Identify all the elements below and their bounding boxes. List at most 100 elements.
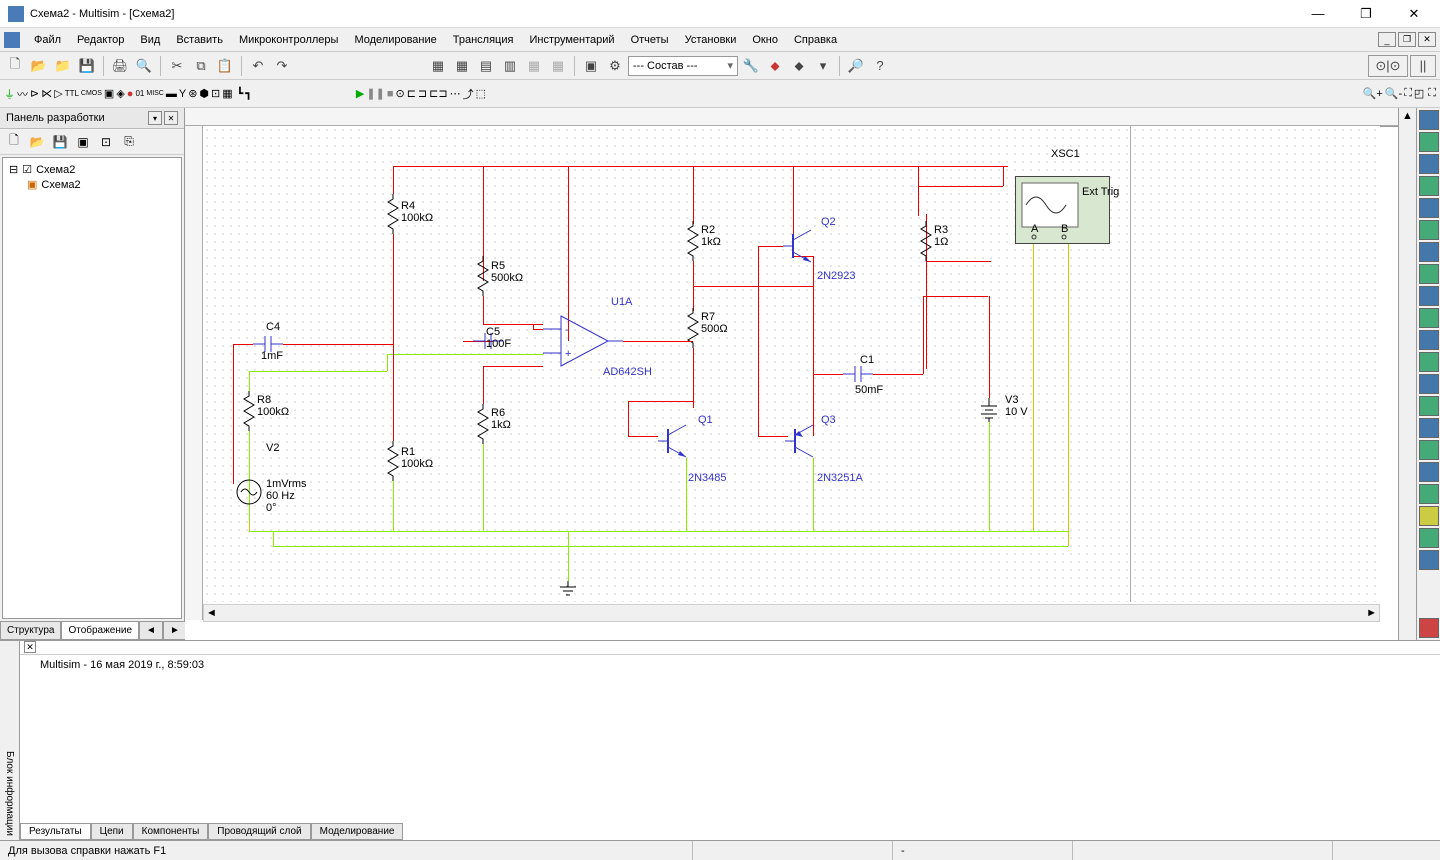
panel-close-icon[interactable]: ✕ <box>164 111 178 125</box>
mdi-restore[interactable]: ❐ <box>1398 32 1416 47</box>
ind-icon[interactable]: ● <box>127 88 134 100</box>
save-icon[interactable]: 💾 <box>76 55 98 77</box>
instrument-9[interactable] <box>1419 286 1439 306</box>
lp-open-icon[interactable]: 📂 <box>27 132 47 152</box>
vertical-scrollbar[interactable]: ▲ <box>1398 108 1416 640</box>
tool-f-icon[interactable]: ▾ <box>812 55 834 77</box>
ni-icon[interactable]: ⬢ <box>199 87 209 100</box>
menu-help[interactable]: Справка <box>786 31 845 49</box>
menu-reports[interactable]: Отчеты <box>623 31 677 49</box>
copy-icon[interactable]: ⧉ <box>190 55 212 77</box>
tab-simulation[interactable]: Моделирование <box>311 823 404 840</box>
step6-icon[interactable]: ⤴ <box>463 86 474 102</box>
tab-scroll-right[interactable]: ► <box>163 622 187 640</box>
instrument-18[interactable] <box>1419 484 1439 504</box>
menu-insert[interactable]: Вставить <box>168 31 231 49</box>
step5-icon[interactable]: ⋯ <box>450 87 461 100</box>
step3-icon[interactable]: ⊐ <box>418 87 427 100</box>
trans-icon[interactable]: ⋉ <box>41 87 52 100</box>
tab-copper[interactable]: Проводящий слой <box>208 823 310 840</box>
tool-e-icon[interactable]: ⬥ <box>788 55 810 77</box>
oscilloscope-xsc1[interactable]: Ext TrigAB <box>1015 176 1110 244</box>
instrument-12[interactable] <box>1419 352 1439 372</box>
instrument-17[interactable] <box>1419 462 1439 482</box>
horizontal-scrollbar[interactable] <box>203 604 1380 622</box>
pause-icon[interactable]: ❚❚ <box>366 87 384 100</box>
zoomout-icon[interactable]: 🔍- <box>1385 87 1402 100</box>
menu-file[interactable]: Файл <box>26 31 69 49</box>
menu-transfer[interactable]: Трансляция <box>445 31 522 49</box>
step4-icon[interactable]: ⊏⊐ <box>429 87 447 100</box>
help-icon[interactable]: ? <box>869 55 891 77</box>
lp-tool3-icon[interactable]: ⎘ <box>119 132 139 152</box>
cmos-icon[interactable]: CMOS <box>81 90 102 97</box>
menu-tools[interactable]: Инструментарий <box>521 31 622 49</box>
lp-tool2-icon[interactable]: ⊡ <box>96 132 116 152</box>
open-icon[interactable]: 📂 <box>28 55 50 77</box>
fullscr-icon[interactable]: ⛶ <box>1428 87 1436 100</box>
search-icon[interactable]: 🔎 <box>845 55 867 77</box>
menu-view[interactable]: Вид <box>132 31 168 49</box>
hier-icon[interactable]: ┗ <box>237 87 244 100</box>
probe-icon[interactable] <box>1419 618 1439 638</box>
rf-icon[interactable]: Y <box>179 88 186 100</box>
instrument-3[interactable] <box>1419 154 1439 174</box>
run-icon[interactable]: ▶ <box>356 87 364 100</box>
cut-icon[interactable]: ✂ <box>166 55 188 77</box>
tab-hierarchy[interactable]: Структура <box>0 622 61 640</box>
menu-options[interactable]: Установки <box>677 31 745 49</box>
instrument-1[interactable] <box>1419 110 1439 130</box>
instrument-13[interactable] <box>1419 374 1439 394</box>
tool-a-icon[interactable]: ▣ <box>580 55 602 77</box>
lp-tool1-icon[interactable]: ▣ <box>73 132 93 152</box>
open2-icon[interactable]: 📁 <box>52 55 74 77</box>
tab-scroll-left[interactable]: ◄ <box>139 622 163 640</box>
zoomfit-icon[interactable]: ⛶ <box>1404 87 1412 100</box>
menu-edit[interactable]: Редактор <box>69 31 132 49</box>
misc-dig-icon[interactable]: ▣ <box>104 87 114 100</box>
stop-icon[interactable]: ■ <box>387 88 394 100</box>
paste-icon[interactable]: 📋 <box>214 55 236 77</box>
mcu2-icon[interactable]: ▦ <box>222 87 232 100</box>
bus-icon[interactable]: ┓ <box>245 87 252 100</box>
schematic-canvas[interactable]: R4 100kΩ R5 500kΩ R2 1kΩ R3 1Ω R7 <box>185 108 1398 640</box>
instrument-16[interactable] <box>1419 440 1439 460</box>
step7-icon[interactable]: ⬚ <box>476 87 486 100</box>
tab-nets[interactable]: Цепи <box>91 823 133 840</box>
grid6-icon[interactable]: ▦ <box>547 55 569 77</box>
instrument-6[interactable] <box>1419 220 1439 240</box>
minimize-button[interactable]: — <box>1300 4 1336 24</box>
ttl-icon[interactable]: TTL <box>65 89 79 98</box>
step2-icon[interactable]: ⊏ <box>407 87 416 100</box>
panel-pin-icon[interactable]: ▾ <box>148 111 162 125</box>
tab-visibility[interactable]: Отображение <box>61 622 139 640</box>
results-close-icon[interactable]: ✕ <box>24 641 36 653</box>
switch-icon[interactable]: ⊙|⊙ <box>1368 55 1408 77</box>
grid2-icon[interactable]: ▦ <box>451 55 473 77</box>
switch2-icon[interactable]: || <box>1410 55 1436 77</box>
mdi-close[interactable]: ✕ <box>1418 32 1436 47</box>
instrument-21[interactable] <box>1419 550 1439 570</box>
maximize-button[interactable]: ❐ <box>1348 4 1384 24</box>
grid1-icon[interactable]: ▦ <box>427 55 449 77</box>
instrument-8[interactable] <box>1419 264 1439 284</box>
menu-simulate[interactable]: Моделирование <box>346 31 444 49</box>
mixed-icon[interactable]: ◈ <box>116 87 124 100</box>
lp-save-icon[interactable]: 💾 <box>50 132 70 152</box>
misc-icon[interactable]: MISC <box>146 90 164 97</box>
instrument-10[interactable] <box>1419 308 1439 328</box>
instrument-4[interactable] <box>1419 176 1439 196</box>
combo-composition[interactable]: --- Состав --- <box>628 56 738 76</box>
redo-icon[interactable]: ↷ <box>271 55 293 77</box>
tool-c-icon[interactable]: 🔧 <box>740 55 762 77</box>
basic-icon[interactable]: 〰 <box>17 86 28 102</box>
menu-window[interactable]: Окно <box>744 31 786 49</box>
project-tree[interactable]: ⊟☑Схема2 ▣Схема2 <box>2 157 182 619</box>
step-icon[interactable]: ⊙ <box>395 87 404 100</box>
adv-icon[interactable]: ▬ <box>166 88 177 100</box>
new-icon[interactable]: 🗋 <box>4 55 26 77</box>
instrument-19[interactable] <box>1419 506 1439 526</box>
close-button[interactable]: ✕ <box>1396 4 1432 24</box>
mdi-minimize[interactable]: _ <box>1378 32 1396 47</box>
instrument-11[interactable] <box>1419 330 1439 350</box>
